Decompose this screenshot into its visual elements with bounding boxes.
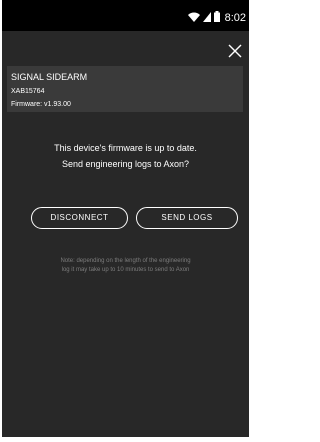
note-line-1: Note: depending on the length of the eng… xyxy=(60,258,191,264)
status-icons: 8:02 xyxy=(187,9,246,27)
send-logs-note: Note: depending on the length of the eng… xyxy=(2,257,249,275)
close-icon xyxy=(226,44,244,64)
phone-frame: 8:02 SIGNAL SIDEARM XAB15764 Firmware: v… xyxy=(0,0,251,442)
wifi-icon xyxy=(187,9,200,27)
close-button[interactable] xyxy=(226,42,244,60)
device-serial: XAB15764 xyxy=(11,88,45,95)
note-line-2: log it may take up to 10 minutes to send… xyxy=(61,267,190,273)
battery-icon xyxy=(213,9,220,27)
status-bar: 8:02 xyxy=(2,0,249,31)
signal-icon xyxy=(202,9,211,27)
message-line-1: This device's firmware is up to date. xyxy=(54,143,197,153)
firmware-status-message: This device's firmware is up to date. Se… xyxy=(2,140,249,172)
message-line-2: Send engineering logs to Axon? xyxy=(61,159,190,169)
send-logs-button[interactable]: SEND LOGS xyxy=(136,207,238,229)
firmware-version: Firmware: v1.93.00 xyxy=(11,101,71,108)
disconnect-button[interactable]: DISCONNECT xyxy=(31,207,128,229)
app-screen: 8:02 SIGNAL SIDEARM XAB15764 Firmware: v… xyxy=(2,0,249,437)
device-name: SIGNAL SIDEARM xyxy=(11,72,88,82)
device-info-card: SIGNAL SIDEARM XAB15764 Firmware: v1.93.… xyxy=(7,66,243,112)
status-time: 8:02 xyxy=(224,12,246,24)
